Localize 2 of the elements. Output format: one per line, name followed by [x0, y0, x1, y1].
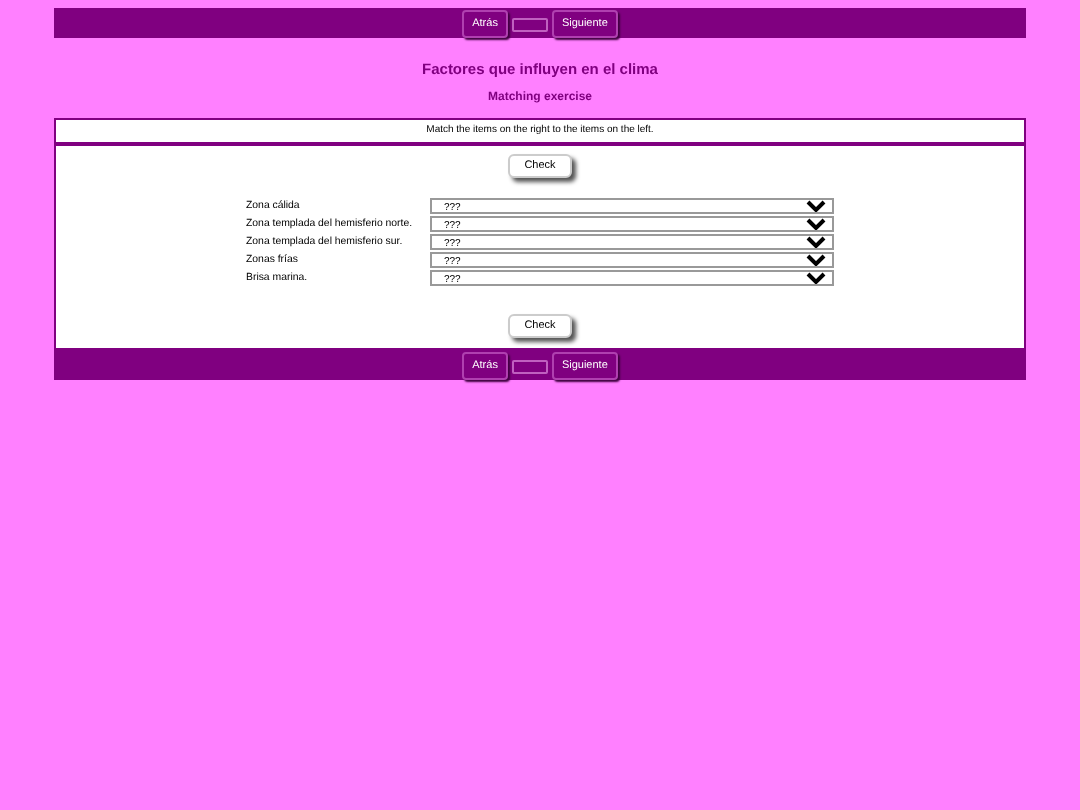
nav-spacer: [511, 18, 548, 32]
nav-spacer: [511, 360, 548, 374]
